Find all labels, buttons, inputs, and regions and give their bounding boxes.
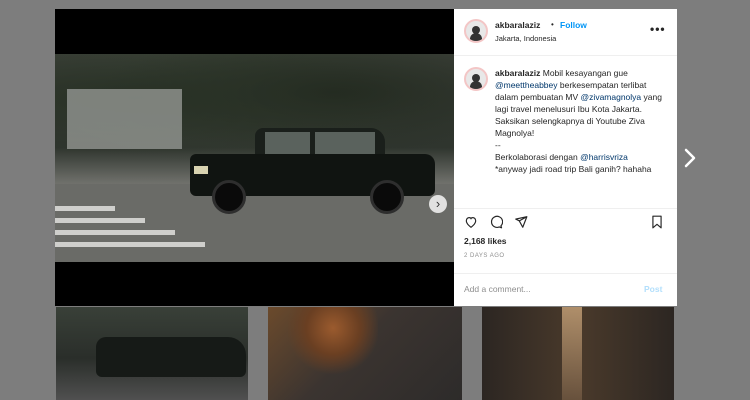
caption-area: akbaralaziz Mobil kesayangan gue @meetth… xyxy=(454,55,677,208)
post-photo[interactable]: › xyxy=(55,54,454,262)
carousel-next-icon[interactable]: › xyxy=(429,195,447,213)
avatar[interactable] xyxy=(464,19,488,43)
comment-bar: Post xyxy=(454,273,677,307)
post-location[interactable]: Jakarta, Indonesia xyxy=(495,34,556,43)
crosswalk-stripe xyxy=(55,230,175,235)
crosswalk-stripe xyxy=(55,218,145,223)
post-username[interactable]: akbaralaziz xyxy=(495,20,540,30)
black-sedan xyxy=(190,124,435,216)
post-comment-button[interactable]: Post xyxy=(644,284,662,294)
bookmark-icon[interactable] xyxy=(650,215,664,229)
share-icon[interactable] xyxy=(514,215,528,229)
caption-text: akbaralaziz Mobil kesayangan gue @meetth… xyxy=(495,67,670,175)
car-wheel xyxy=(212,180,246,214)
caption-line: -- xyxy=(495,140,501,150)
waterfall-glow xyxy=(562,307,582,400)
comment-input[interactable] xyxy=(464,284,634,294)
car-window xyxy=(265,132,310,154)
caption-username[interactable]: akbaralaziz xyxy=(495,68,540,78)
post-modal: › akbaralaziz • Follow Jakarta, Indonesi… xyxy=(55,9,677,306)
grid-thumbnail-person[interactable] xyxy=(268,307,462,400)
follow-button[interactable]: Follow xyxy=(560,20,587,30)
heart-icon[interactable] xyxy=(464,215,478,229)
comment-icon[interactable] xyxy=(489,215,503,229)
car-silhouette xyxy=(96,337,246,377)
caption-avatar[interactable] xyxy=(464,67,488,91)
post-media[interactable]: › xyxy=(55,9,454,306)
crosswalk-stripe xyxy=(55,206,115,211)
caption-line: Mobil kesayangan gue xyxy=(542,68,628,78)
action-bar xyxy=(454,208,677,233)
grid-thumbnail-car[interactable] xyxy=(56,307,248,400)
mention-link[interactable]: @zivamagnolya xyxy=(581,92,642,102)
post-date: 2 DAYS AGO xyxy=(464,253,505,259)
grid-thumbnail-waterfall[interactable] xyxy=(482,307,674,400)
mention-link[interactable]: @meettheabbey xyxy=(495,80,558,90)
post-header: akbaralaziz • Follow Jakarta, Indonesia … xyxy=(454,9,677,56)
crosswalk-stripe xyxy=(55,242,205,247)
building-background xyxy=(67,89,182,149)
car-wheel xyxy=(370,180,404,214)
chevron-right-icon[interactable] xyxy=(683,148,697,168)
more-options-icon[interactable]: ••• xyxy=(650,22,666,36)
post-side-panel: akbaralaziz • Follow Jakarta, Indonesia … xyxy=(454,9,677,306)
likes-count[interactable]: 2,168 likes xyxy=(464,236,507,246)
person-silhouette xyxy=(288,307,378,377)
car-headlight xyxy=(194,166,208,174)
car-window xyxy=(315,132,375,154)
mention-link[interactable]: @harrisvriza xyxy=(580,152,628,162)
separator-dot: • xyxy=(551,20,554,29)
caption-line: *anyway jadi road trip Bali ganih? hahah… xyxy=(495,164,652,174)
caption-line: Berkolaborasi dengan xyxy=(495,152,578,162)
